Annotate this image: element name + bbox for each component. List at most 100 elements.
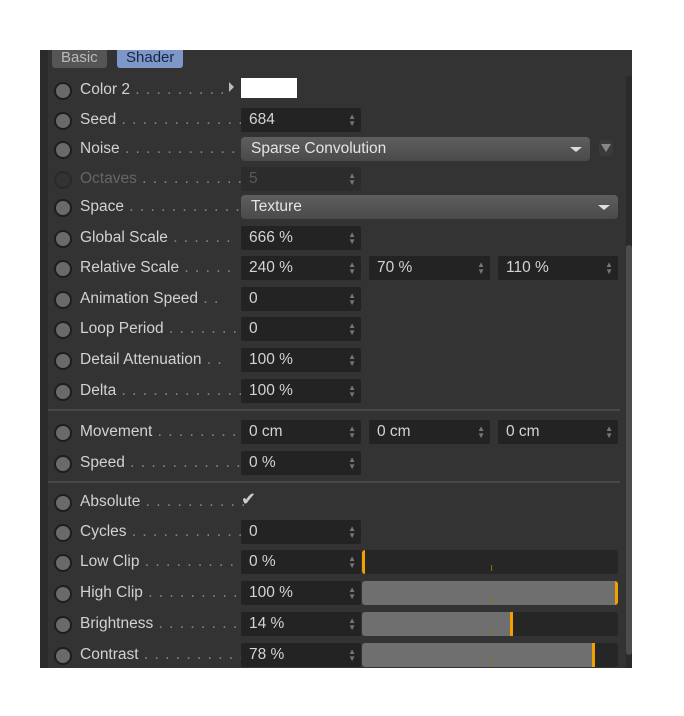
high-clip-label: High Clip . . . . . . . . . <box>80 584 239 601</box>
row-animation-speed: Animation Speed . . 0 ▲ ▼ <box>48 286 624 314</box>
row-cycles: Cycles . . . . . . . . . . . 0 ▲ ▼ <box>48 519 624 547</box>
contrast-slider[interactable] <box>362 643 618 667</box>
spinner-arrows-icon[interactable]: ▲ ▼ <box>348 456 356 471</box>
high-clip-slider[interactable] <box>362 581 618 605</box>
row-absolute: Absolute . . . . . . . . . . ✔ <box>48 489 624 517</box>
contrast-label: Contrast . . . . . . . . . . <box>80 646 245 663</box>
animate-radio-icon[interactable] <box>54 647 72 665</box>
spinner-arrows-icon[interactable]: ▲ ▼ <box>348 292 356 307</box>
loop-period-label: Loop Period . . . . . . . <box>80 320 238 337</box>
spinner-arrows-icon[interactable]: ▲ ▼ <box>348 384 356 399</box>
relative-scale-input-1[interactable]: 240 % ▲ ▼ <box>241 256 361 280</box>
spinner-arrows-icon[interactable]: ▲ ▼ <box>348 172 356 187</box>
cycles-input[interactable]: 0 ▲ ▼ <box>241 520 361 544</box>
brightness-slider[interactable] <box>362 612 618 636</box>
spinner-arrows-icon[interactable]: ▲ ▼ <box>348 617 356 632</box>
spinner-arrows-icon[interactable]: ▲ ▼ <box>348 261 356 276</box>
animate-radio-icon[interactable] <box>54 554 72 572</box>
spinner-arrows-icon[interactable]: ▲ ▼ <box>605 425 613 440</box>
delta-input[interactable]: 100 % ▲ ▼ <box>241 379 361 403</box>
row-speed: Speed . . . . . . . . . . . .0 % ▲ ▼ <box>48 450 624 478</box>
animate-radio-icon[interactable] <box>54 112 72 130</box>
row-global-scale: Global Scale . . . . . . 666 % ▲ ▼ <box>48 225 624 253</box>
movement-label: Movement . . . . . . . . <box>80 423 238 440</box>
animate-radio-icon[interactable] <box>54 524 72 542</box>
delta-label: Delta . . . . . . . . . . . . <box>80 382 244 399</box>
slider-handle[interactable] <box>510 612 513 636</box>
spinner-arrows-icon[interactable]: ▲ ▼ <box>348 648 356 663</box>
animate-radio-icon[interactable] <box>54 260 72 278</box>
options-arrow-button[interactable] <box>599 140 613 156</box>
relative-scale-input-3[interactable]: 110 % ▲ ▼ <box>498 256 618 280</box>
expand-arrow-icon[interactable] <box>229 82 234 92</box>
tab-shader[interactable]: Shader <box>117 50 184 68</box>
low-clip-input[interactable]: 0 % ▲ ▼ <box>241 550 361 574</box>
spinner-arrows-icon[interactable]: ▲ ▼ <box>348 586 356 601</box>
animate-radio-icon[interactable] <box>54 199 72 217</box>
spinner-arrows-icon[interactable]: ▲ ▼ <box>348 322 356 337</box>
panel-left-edge <box>40 50 48 668</box>
animate-radio-icon[interactable] <box>54 455 72 473</box>
spinner-arrows-icon[interactable]: ▲ ▼ <box>348 425 356 440</box>
row-octaves: Octaves . . . . . . . . . . 5 ▲ ▼ <box>48 166 624 194</box>
animate-radio-icon[interactable] <box>54 616 72 634</box>
spinner-arrows-icon[interactable]: ▲ ▼ <box>477 261 485 276</box>
spinner-arrows-icon[interactable]: ▲ ▼ <box>477 425 485 440</box>
spinner-arrows-icon[interactable]: ▲ ▼ <box>348 555 356 570</box>
noise-dropdown[interactable]: Sparse Convolution <box>241 137 590 161</box>
slider-fill <box>362 581 615 605</box>
slider-handle[interactable] <box>592 643 595 667</box>
relative-scale-label: Relative Scale . . . . . <box>80 259 233 276</box>
global-scale-label: Global Scale . . . . . . <box>80 229 232 246</box>
slider-fill <box>362 643 592 667</box>
animate-radio-icon[interactable] <box>54 494 72 512</box>
spinner-arrows-icon[interactable]: ▲ ▼ <box>348 353 356 368</box>
animate-radio-icon[interactable] <box>54 321 72 339</box>
contrast-input[interactable]: 78 % ▲ ▼ <box>241 643 361 667</box>
octaves-input[interactable]: 5 ▲ ▼ <box>241 167 361 191</box>
slider-handle[interactable] <box>362 550 365 574</box>
absolute-checkbox[interactable]: ✔ <box>241 489 256 510</box>
tab-basic[interactable]: Basic <box>52 50 107 68</box>
spinner-arrows-icon[interactable]: ▲ ▼ <box>605 261 613 276</box>
relative-scale-input-2[interactable]: 70 % ▲ ▼ <box>369 256 490 280</box>
speed-input[interactable]: 0 % ▲ ▼ <box>241 451 361 475</box>
animation-speed-input[interactable]: 0 ▲ ▼ <box>241 287 361 311</box>
slider-center-tick <box>491 596 492 602</box>
cycles-label: Cycles . . . . . . . . . . . <box>80 523 244 540</box>
slider-center-tick <box>491 565 492 571</box>
spinner-arrows-icon[interactable]: ▲ ▼ <box>348 525 356 540</box>
animate-radio-icon[interactable] <box>54 585 72 603</box>
animate-radio-icon[interactable] <box>54 291 72 309</box>
animation-speed-label: Animation Speed . . <box>80 290 220 307</box>
animate-radio-icon[interactable] <box>54 82 72 100</box>
low-clip-slider[interactable] <box>362 550 618 574</box>
slider-handle[interactable] <box>615 581 618 605</box>
brightness-input[interactable]: 14 % ▲ ▼ <box>241 612 361 636</box>
separator <box>48 409 620 411</box>
animate-radio-icon[interactable] <box>54 230 72 248</box>
loop-period-input[interactable]: 0 ▲ ▼ <box>241 317 361 341</box>
separator <box>48 481 620 483</box>
high-clip-input[interactable]: 100 % ▲ ▼ <box>241 581 361 605</box>
color-swatch[interactable] <box>241 78 297 98</box>
global-scale-input[interactable]: 666 % ▲ ▼ <box>241 226 361 250</box>
slider-center-tick <box>491 658 492 664</box>
row-high-clip: High Clip . . . . . . . . . 100 % ▲ ▼ <box>48 580 624 608</box>
movement-input-1[interactable]: 0 cm ▲ ▼ <box>241 420 361 444</box>
animate-radio-icon[interactable] <box>54 141 72 159</box>
detail-attenuation-input[interactable]: 100 % ▲ ▼ <box>241 348 361 372</box>
movement-input-2[interactable]: 0 cm ▲ ▼ <box>369 420 490 444</box>
spinner-arrows-icon[interactable]: ▲ ▼ <box>348 113 356 128</box>
movement-input-3[interactable]: 0 cm ▲ ▼ <box>498 420 618 444</box>
animate-radio-icon[interactable] <box>54 383 72 401</box>
seed-input[interactable]: 684 ▲ ▼ <box>241 108 361 132</box>
scrollbar-thumb[interactable] <box>626 245 632 655</box>
spinner-arrows-icon[interactable]: ▲ ▼ <box>348 231 356 246</box>
octaves-label: Octaves . . . . . . . . . . <box>80 170 243 187</box>
animate-radio-icon[interactable] <box>54 424 72 442</box>
space-dropdown[interactable]: Texture <box>241 195 618 219</box>
animate-radio-icon[interactable] <box>54 171 72 189</box>
row-low-clip: Low Clip . . . . . . . . . .0 % ▲ ▼ <box>48 549 624 577</box>
animate-radio-icon[interactable] <box>54 352 72 370</box>
